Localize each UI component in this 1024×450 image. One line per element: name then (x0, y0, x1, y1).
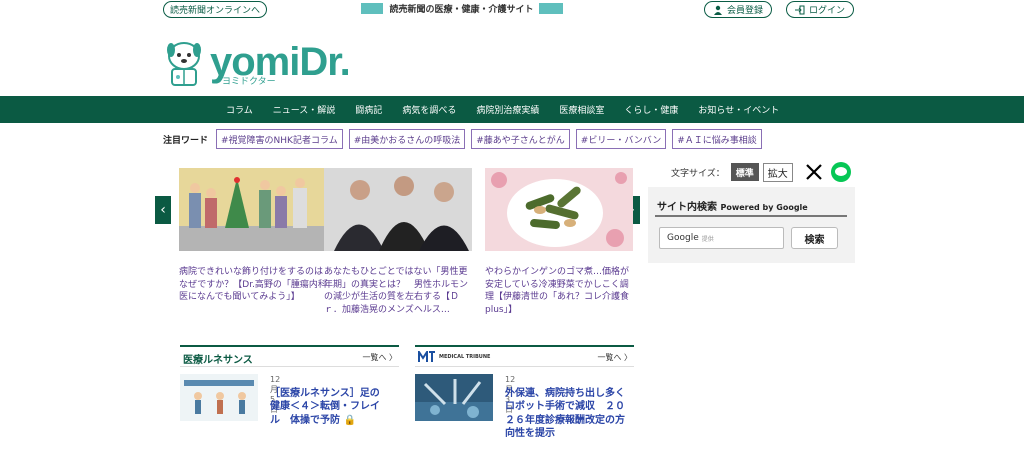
article-title: ［医療ルネサンス］足の健康＜４＞転倒・フレイル 体操で予防 🔒 (270, 388, 380, 426)
nav-item-hospital-results[interactable]: 病院別治療実績 (476, 103, 539, 116)
top-bar: 読売新聞オンラインへ 読売新聞の医療・健康・介護サイト 会員登録 ログイン (0, 0, 1024, 20)
login-icon (794, 5, 805, 14)
tag-ai-consult[interactable]: #ＡＩに悩み事相談 (672, 129, 762, 149)
carousel-card[interactable]: あなたもひとごとではない「男性更年期」の真実とは？ 男性ホルモンの減少が生活の質… (324, 168, 472, 316)
carousel-prev-button[interactable]: ‹ (155, 196, 171, 224)
tagline-bar-right (539, 3, 563, 14)
hospital-decoration-illustration (179, 168, 327, 251)
search-button[interactable]: 検索 (791, 227, 838, 249)
tag-yumi-breathing[interactable]: #由美かおるさんの呼吸法 (348, 129, 466, 149)
site-search-box: サイト内検索 Powered by Google Google 提供 検索 (648, 187, 855, 263)
line-share-icon[interactable] (830, 162, 851, 182)
tag-nhk-column[interactable]: #視覚障害のNHK記者コラム (216, 129, 343, 149)
carousel-card[interactable]: 病院できれいな飾り付けをするのはなぜですか？【Dr.高野の「腫瘍内科医になんでも… (179, 168, 327, 316)
section-header-iryou: 医療ルネサンス 一覧へ 〉 (180, 345, 399, 367)
carousel-caption: あなたもひとごとではない「男性更年期」の真実とは？ 男性ホルモンの減少が生活の質… (324, 267, 469, 315)
carousel-caption: やわらかインゲンのゴマ煮…価格が安定している冷凍野菜でかしこく調理【伊藤清世の「… (485, 267, 630, 315)
nav-item-column[interactable]: コラム (226, 103, 253, 116)
mt-logo-icon (418, 351, 435, 362)
nav-item-diseases[interactable]: 病気を調べる (402, 103, 456, 116)
green-bean-dish-photo (485, 168, 633, 251)
nav-item-news-events[interactable]: お知らせ・イベント (698, 103, 779, 116)
lock-icon: 🔒 (343, 414, 356, 426)
nav-item-battle-diary[interactable]: 闘病記 (355, 103, 382, 116)
more-link[interactable]: 一覧へ 〉 (362, 352, 397, 363)
tagline-bar-left (361, 3, 384, 14)
nav-item-consultation[interactable]: 医療相談室 (559, 103, 604, 116)
nav-item-lifestyle[interactable]: くらし・健康 (624, 103, 678, 116)
more-link[interactable]: 一覧へ 〉 (597, 352, 632, 363)
logo-kana: ヨミドクター (222, 77, 276, 87)
mens-health-photo (324, 168, 472, 251)
chevron-right-icon: 〉 (389, 353, 397, 362)
article-title: 外保連、病院持ち出し多くロボット手術で減収 ２０２６年度診療報酬改定の方向性を提… (505, 388, 625, 439)
carousel-card[interactable]: やわらかインゲンのゴマ煮…価格が安定している冷凍野菜でかしこく調理【伊藤清世の「… (485, 168, 633, 316)
search-title: サイト内検索 Powered by Google (657, 202, 808, 213)
divider (655, 215, 847, 217)
tag-billy-banban[interactable]: #ビリー・バンバン (575, 129, 667, 149)
tag-fuji-ayako[interactable]: #藤あや子さんとがん (471, 129, 570, 149)
font-size-control: 文字サイズ： 標準 拡大 (671, 162, 851, 182)
attention-words: 注目ワード #視覚障害のNHK記者コラム #由美かおるさんの呼吸法 #藤あや子さ… (163, 129, 768, 149)
medical-tribune-logo: MEDICAL TRIBUNE (418, 351, 490, 363)
chevron-right-icon: 〉 (624, 353, 632, 362)
main-nav: コラム ニュース・解説 闘病記 病気を調べる 病院別治療実績 医療相談室 くらし… (0, 96, 1024, 123)
yomiuri-online-link[interactable]: 読売新聞オンラインへ (163, 1, 267, 18)
site-logo[interactable]: yomiDr. ヨミドクター (162, 38, 351, 87)
register-button[interactable]: 会員登録 (704, 1, 772, 18)
user-icon (713, 5, 722, 15)
font-size-standard-button[interactable]: 標準 (730, 163, 759, 181)
robot-surgery-photo (415, 374, 493, 421)
carousel-caption: 病院できれいな飾り付けをするのはなぜですか？【Dr.高野の「腫瘍内科医になんでも… (179, 267, 327, 302)
site-tagline: 読売新聞の医療・健康・介護サイト (361, 3, 563, 15)
login-button[interactable]: ログイン (786, 1, 854, 18)
section-header-medical-tribune: MEDICAL TRIBUNE 一覧へ 〉 (415, 345, 634, 367)
x-share-icon[interactable] (805, 163, 823, 181)
chevron-left-icon: ‹ (160, 202, 166, 218)
search-input[interactable]: Google 提供 (659, 227, 784, 249)
font-size-large-button[interactable]: 拡大 (762, 162, 793, 182)
dog-doctor-icon (167, 42, 201, 86)
nav-item-news[interactable]: ニュース・解説 (273, 103, 336, 116)
exercise-illustration (180, 374, 258, 421)
